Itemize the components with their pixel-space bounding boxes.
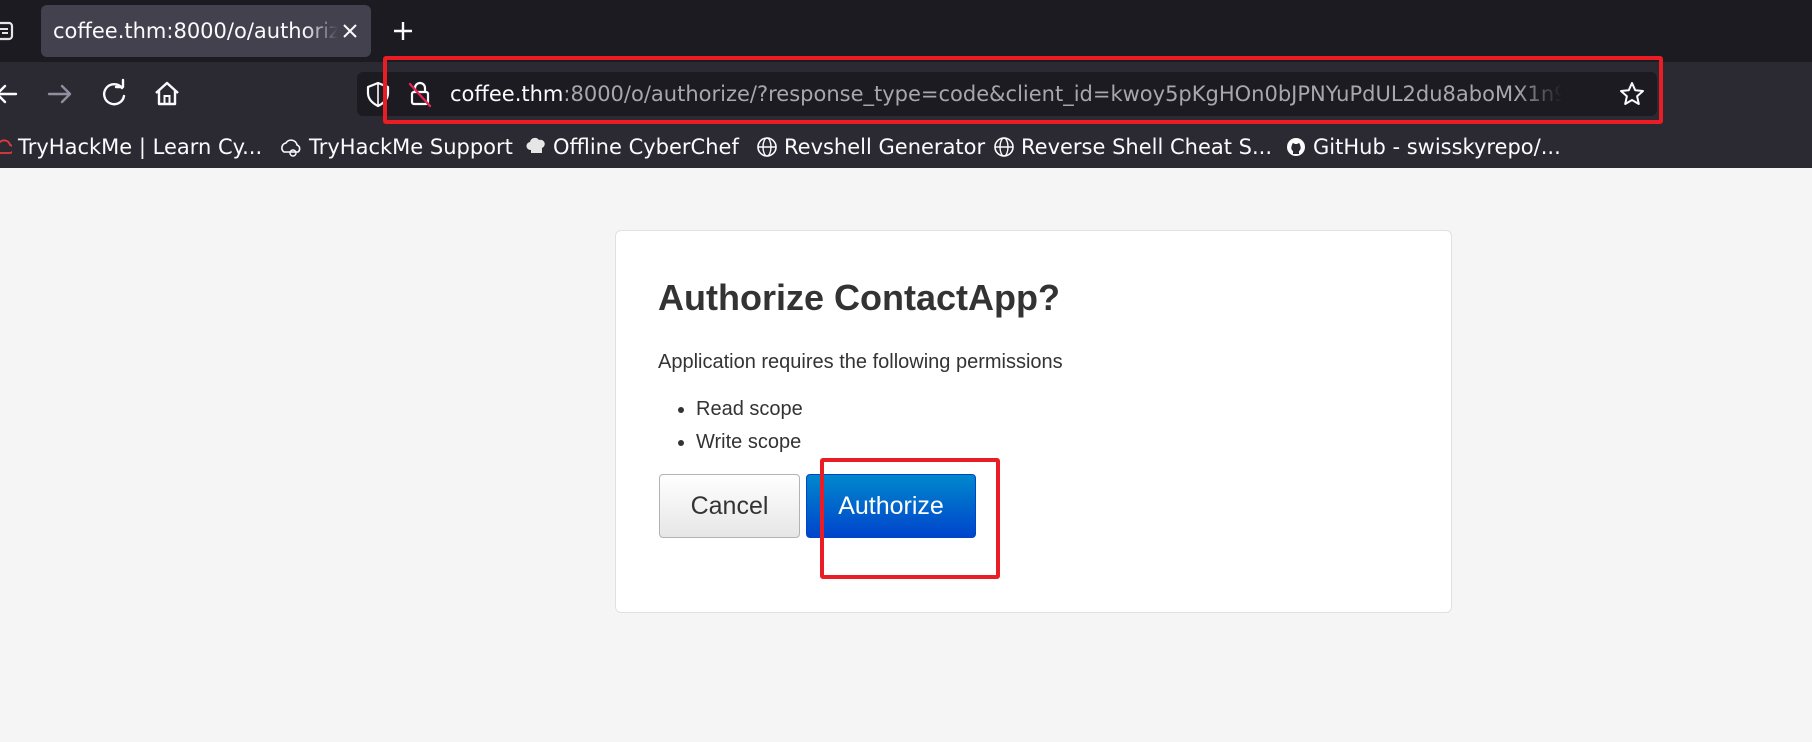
close-icon[interactable] bbox=[337, 18, 363, 44]
url-text[interactable]: coffee.thm:8000/o/authorize/?response_ty… bbox=[450, 72, 1562, 116]
bookmark-revshell-generator[interactable]: Revshell Generator bbox=[756, 126, 985, 168]
shield-icon[interactable] bbox=[363, 79, 393, 109]
url-path: :8000/o/authorize/?response_type=code&cl… bbox=[563, 82, 1562, 106]
url-host: coffee.thm bbox=[450, 82, 564, 106]
navigation-toolbar: coffee.thm:8000/o/authorize/?response_ty… bbox=[0, 62, 1812, 126]
scope-item-write: Write scope bbox=[696, 426, 803, 459]
back-icon[interactable] bbox=[0, 74, 32, 114]
bookmarks-toolbar: TryHackMe | Learn Cy... TryHackMe Suppor… bbox=[0, 126, 1812, 168]
scope-item-read: Read scope bbox=[696, 393, 803, 426]
globe-icon bbox=[757, 137, 777, 157]
tab-title: coffee.thm:8000/o/authorize/?response_ty… bbox=[53, 19, 338, 43]
bookmark-reverse-shell-cheat-sheet[interactable]: Reverse Shell Cheat S... bbox=[993, 126, 1272, 168]
forward-icon[interactable] bbox=[40, 74, 80, 114]
tab-active[interactable]: coffee.thm:8000/o/authorize/?response_ty… bbox=[41, 5, 371, 57]
scope-list: Read scope Write scope bbox=[658, 393, 803, 459]
bookmark-github-swisskyrepo[interactable]: GitHub - swisskyrepo/... bbox=[1285, 126, 1561, 168]
bookmark-label: GitHub - swisskyrepo/... bbox=[1313, 135, 1561, 159]
github-icon bbox=[1287, 138, 1305, 156]
bookmark-tryhackme-support[interactable]: TryHackMe Support bbox=[279, 126, 513, 168]
tryhackme-icon bbox=[0, 139, 12, 154]
bookmark-offline-cyberchef[interactable]: Offline CyberChef bbox=[525, 126, 739, 168]
bookmark-label: Offline CyberChef bbox=[553, 135, 739, 159]
home-icon[interactable] bbox=[147, 74, 187, 114]
bookmark-label: TryHackMe Support bbox=[309, 135, 513, 159]
globe-icon bbox=[994, 137, 1014, 157]
new-tab-button[interactable] bbox=[388, 13, 418, 49]
cloud-icon bbox=[281, 139, 301, 157]
bookmark-tryhackme[interactable]: TryHackMe | Learn Cy... bbox=[0, 126, 262, 168]
page-content: Authorize ContactApp? Application requir… bbox=[0, 168, 1812, 742]
tab-list-icon[interactable] bbox=[0, 18, 16, 44]
chef-hat-icon bbox=[526, 137, 545, 153]
bookmark-label: TryHackMe | Learn Cy... bbox=[18, 135, 263, 159]
authorize-button[interactable]: Authorize bbox=[806, 474, 976, 538]
star-icon[interactable] bbox=[1617, 79, 1647, 109]
reload-icon[interactable] bbox=[94, 74, 134, 114]
insecure-lock-icon[interactable] bbox=[405, 79, 435, 109]
cancel-button[interactable]: Cancel bbox=[659, 474, 800, 538]
browser-chrome: coffee.thm:8000/o/authorize/?response_ty… bbox=[0, 0, 1812, 168]
permissions-description: Application requires the following permi… bbox=[658, 351, 1063, 373]
bookmark-label: Reverse Shell Cheat S... bbox=[1021, 135, 1273, 159]
page-title: Authorize ContactApp? bbox=[658, 277, 1060, 318]
authorize-dialog: Authorize ContactApp? Application requir… bbox=[615, 230, 1452, 613]
url-bar[interactable]: coffee.thm:8000/o/authorize/?response_ty… bbox=[357, 72, 1657, 116]
bookmark-label: Revshell Generator bbox=[784, 135, 986, 159]
tab-strip: coffee.thm:8000/o/authorize/?response_ty… bbox=[0, 0, 1812, 62]
